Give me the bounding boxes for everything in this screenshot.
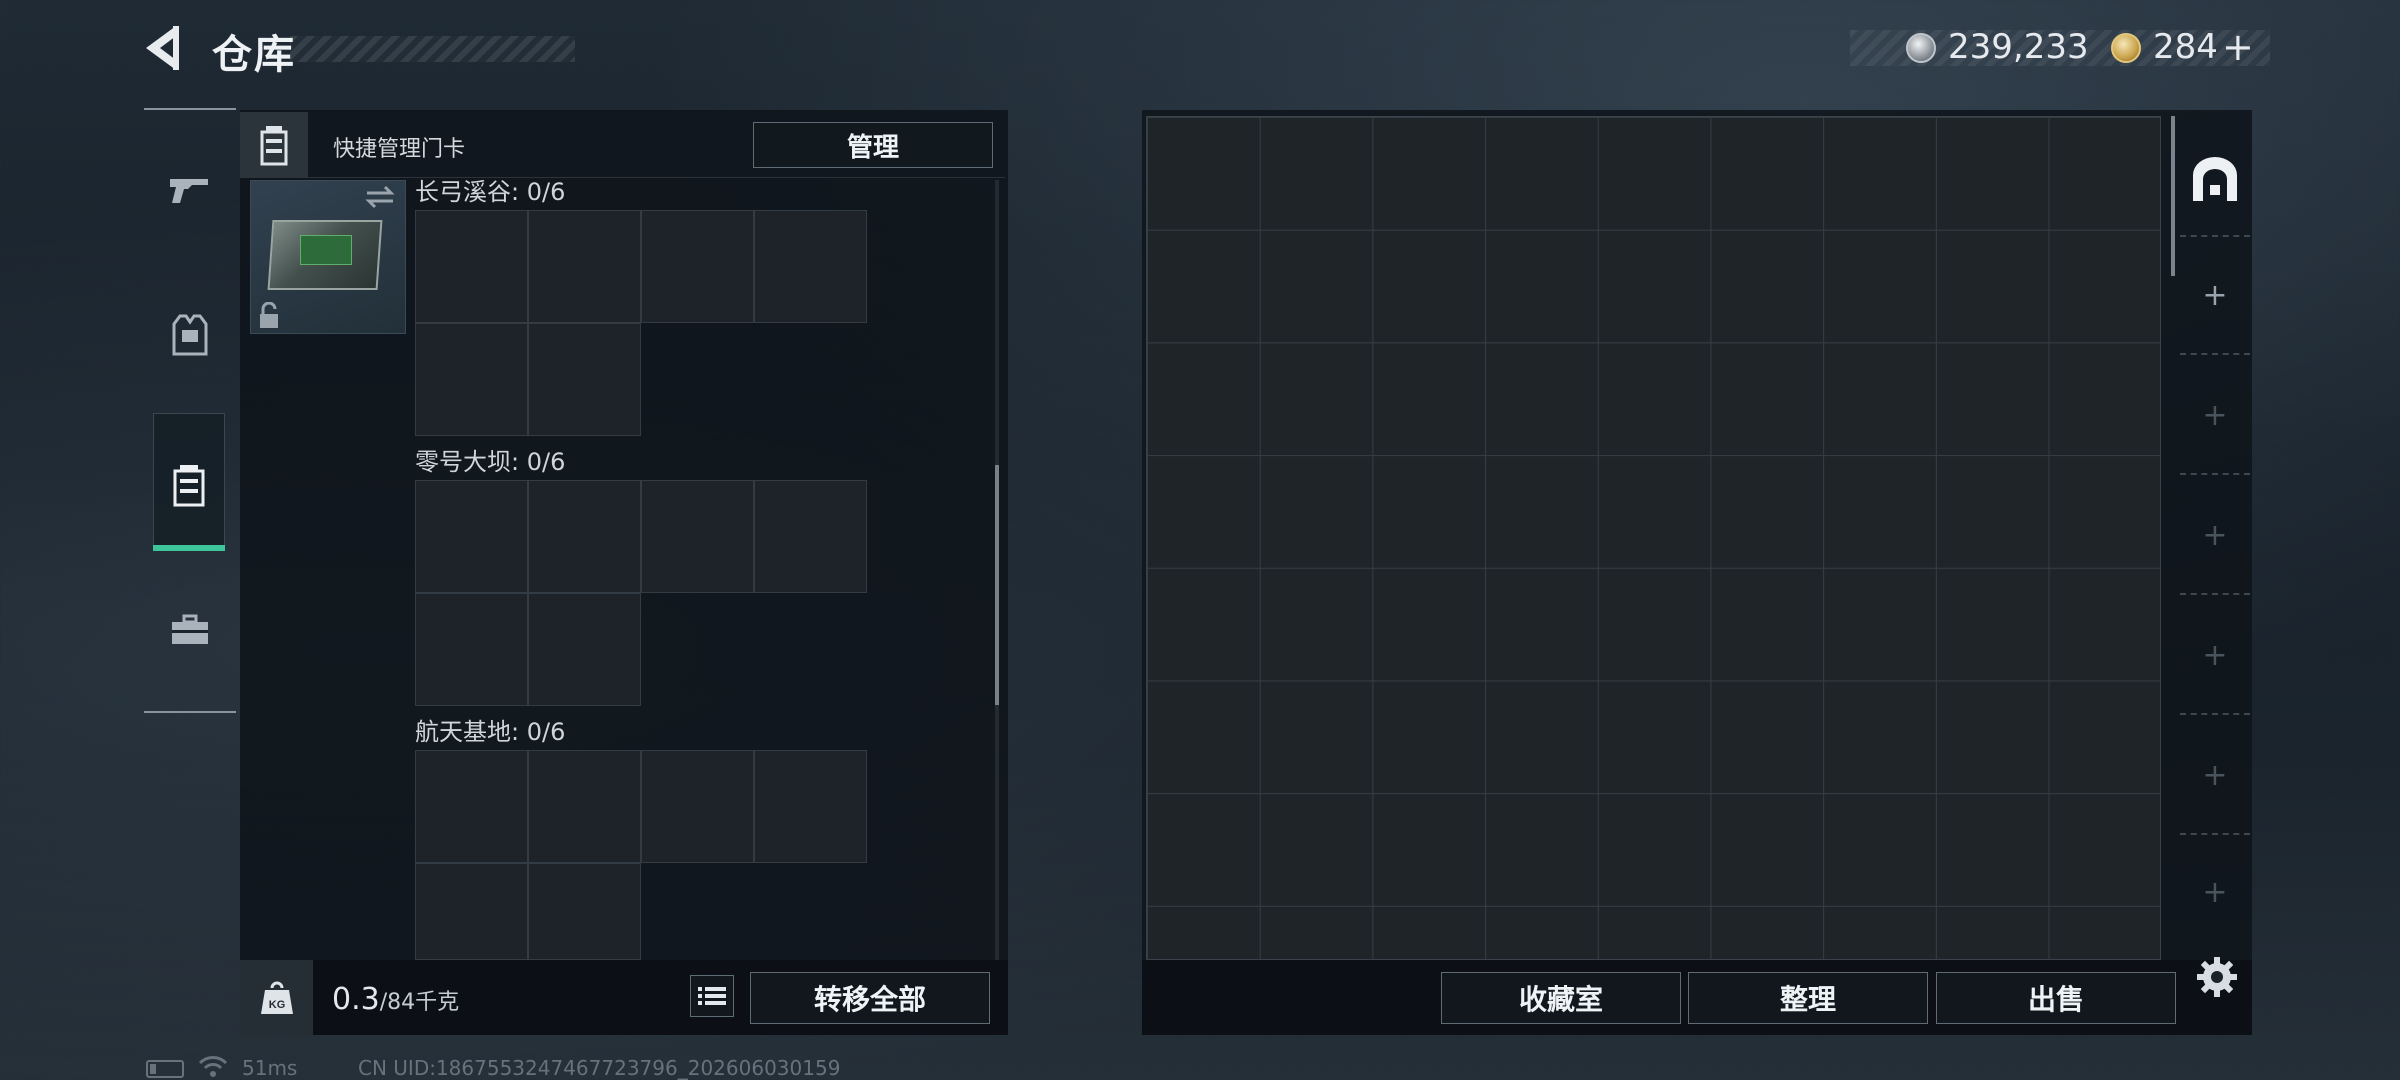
sidebar-item-equipment[interactable] bbox=[160, 305, 220, 365]
warehouse-grid[interactable] bbox=[1146, 116, 2161, 960]
warehouse-tab-main[interactable] bbox=[2180, 122, 2250, 237]
keycard-slot[interactable] bbox=[528, 323, 641, 436]
warehouse-arch-icon bbox=[2193, 156, 2237, 201]
gear-icon bbox=[2197, 957, 2237, 997]
manage-button[interactable]: 管理 bbox=[753, 122, 993, 168]
lock-icon bbox=[258, 301, 280, 334]
swap-icon[interactable] bbox=[363, 183, 397, 215]
weight-readout: 0.3/84千克 bbox=[332, 982, 459, 1017]
transfer-all-button[interactable]: 转移全部 bbox=[750, 972, 990, 1024]
keycard-case-sidebar bbox=[159, 455, 219, 515]
keycard-slot[interactable] bbox=[415, 863, 528, 960]
keycard-case-icon bbox=[173, 465, 205, 507]
warehouse-tab-add-5[interactable]: + bbox=[2180, 717, 2250, 835]
collection-room-button[interactable]: 收藏室 bbox=[1441, 972, 1681, 1024]
sidebar-item-weapons[interactable] bbox=[160, 160, 220, 220]
briefcase-icon bbox=[172, 614, 208, 644]
keycard-slot[interactable] bbox=[528, 593, 641, 706]
left-scrollbar-thumb[interactable] bbox=[995, 465, 999, 705]
warehouse-tab-add-4[interactable]: + bbox=[2180, 597, 2250, 715]
keycard-slot[interactable] bbox=[415, 210, 528, 323]
gun-icon bbox=[170, 179, 208, 203]
list-view-button[interactable] bbox=[690, 975, 734, 1017]
region-label: 航天基地: 0/6 bbox=[415, 718, 566, 746]
keycard-slot[interactable] bbox=[641, 210, 754, 323]
warehouse-tab-add-3[interactable]: + bbox=[2180, 477, 2250, 595]
title-decoration bbox=[290, 36, 575, 62]
quick-manage-icon-box bbox=[240, 112, 308, 178]
list-icon bbox=[698, 987, 726, 1005]
weight-max: /84千克 bbox=[379, 990, 460, 1015]
warehouse-tab-add-2[interactable]: + bbox=[2180, 357, 2250, 475]
ping-readout: 51ms bbox=[242, 1056, 298, 1080]
keycard-slot[interactable] bbox=[754, 480, 867, 593]
keycard-slot[interactable] bbox=[415, 480, 528, 593]
keycard-chip bbox=[300, 235, 352, 265]
active-tab-indicator bbox=[153, 545, 225, 551]
sidebar-item-toolbox[interactable] bbox=[160, 600, 220, 660]
keycard-case-icon bbox=[260, 126, 288, 166]
right-scrollbar-thumb[interactable] bbox=[2171, 116, 2175, 276]
gold-coin-icon bbox=[2111, 33, 2141, 63]
silver-currency-amount: 239,233 bbox=[1948, 27, 2089, 67]
gold-currency-amount: 284 bbox=[2153, 27, 2218, 67]
back-button[interactable] bbox=[140, 22, 190, 74]
warehouse-tab-add-1[interactable]: + bbox=[2180, 237, 2250, 355]
region-label: 零号大坝: 0/6 bbox=[415, 448, 566, 476]
settings-button[interactable] bbox=[2192, 952, 2242, 1002]
battery-icon bbox=[146, 1060, 184, 1078]
user-uid: CN UID:1867553247467723796_202606030159 bbox=[358, 1056, 841, 1080]
keycard-slot[interactable] bbox=[754, 750, 867, 863]
silver-coin-icon bbox=[1906, 33, 1936, 63]
vest-icon bbox=[172, 314, 208, 356]
warehouse-tab-add-6[interactable]: + bbox=[2180, 837, 2250, 947]
keycard-slot[interactable] bbox=[528, 480, 641, 593]
weight-kg-icon: KG bbox=[260, 981, 293, 1014]
organize-button[interactable]: 整理 bbox=[1688, 972, 1928, 1024]
keycard-slot[interactable] bbox=[415, 750, 528, 863]
keycard-slot[interactable] bbox=[528, 210, 641, 323]
weight-icon-box: KG bbox=[240, 960, 313, 1035]
keycard-slot[interactable] bbox=[641, 480, 754, 593]
keycard-slot[interactable] bbox=[528, 863, 641, 960]
keycard-slot[interactable] bbox=[528, 750, 641, 863]
svg-text:KG: KG bbox=[268, 999, 285, 1011]
back-chevron-icon bbox=[146, 26, 179, 70]
add-gold-button[interactable]: + bbox=[2222, 25, 2254, 69]
page-title: 仓库 bbox=[212, 32, 296, 78]
weight-current: 0.3 bbox=[332, 982, 380, 1017]
sell-button[interactable]: 出售 bbox=[1936, 972, 2176, 1024]
wifi-icon bbox=[198, 1054, 228, 1080]
keycard-slot[interactable] bbox=[641, 750, 754, 863]
keycard-slot[interactable] bbox=[754, 210, 867, 323]
keycard-slot[interactable] bbox=[415, 323, 528, 436]
keycard-slot[interactable] bbox=[415, 593, 528, 706]
quick-manage-label: 快捷管理门卡 bbox=[333, 137, 466, 162]
